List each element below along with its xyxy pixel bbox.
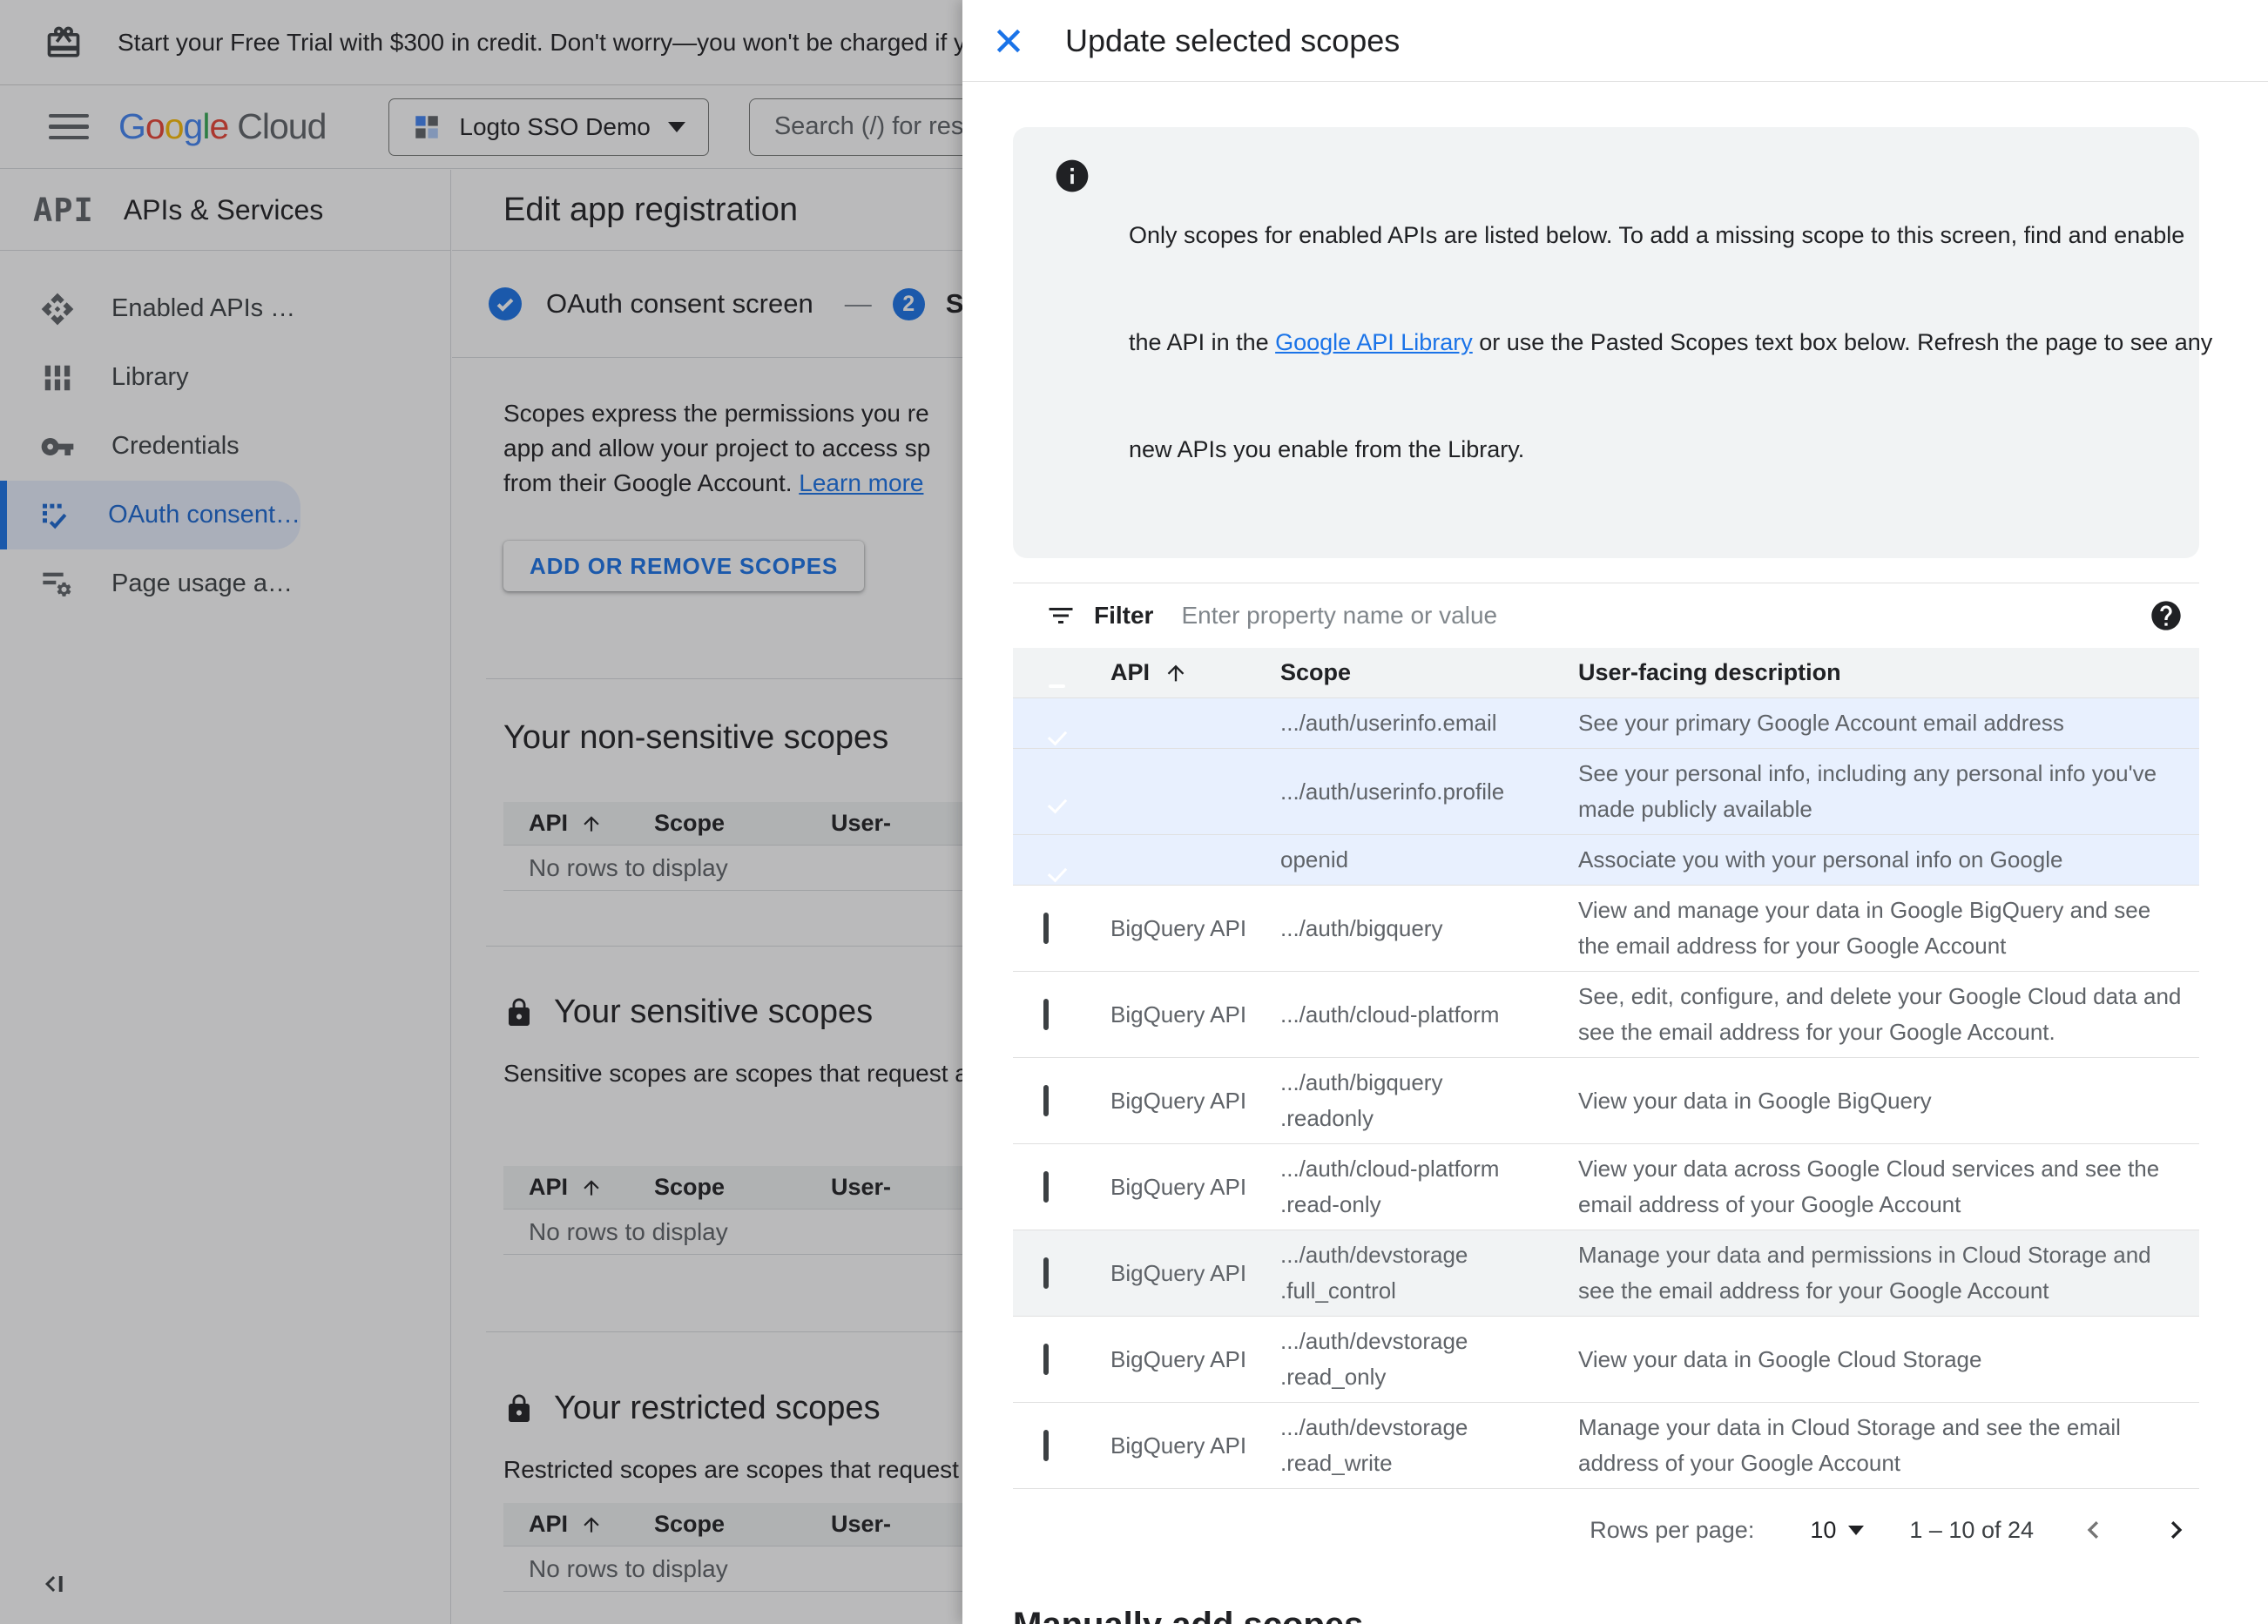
scope-description: Manage your data and permissions in Clou… [1578, 1242, 2151, 1304]
rows-per-page-label: Rows per page: [1590, 1516, 1755, 1543]
scope-value: .../auth/bigquery [1280, 914, 1443, 941]
scope-value: .../auth/userinfo.profile [1280, 778, 1505, 805]
panel-title: Update selected scopes [1065, 22, 1401, 58]
scope-row[interactable]: BigQuery API .../auth/bigquery View and ma… [1013, 886, 2199, 972]
scopes-table: API Scope User-facing description .../au… [1013, 648, 2199, 1489]
scope-value: .../auth/devstorage .read_write [1280, 1414, 1468, 1476]
scope-value: .../auth/cloud-platform .read-only [1280, 1156, 1500, 1217]
column-header-scope[interactable]: Scope [1280, 659, 1578, 686]
scope-api: BigQuery API [1110, 1173, 1247, 1200]
scope-row[interactable]: BigQuery API .../auth/devstorage .read_wr… [1013, 1403, 2199, 1489]
scope-row[interactable]: BigQuery API .../auth/bigquery .readonly V… [1013, 1058, 2199, 1144]
chevron-left-icon[interactable] [2076, 1513, 2110, 1547]
scope-value: .../auth/bigquery .readonly [1280, 1069, 1443, 1131]
scope-description: See your personal info, including any pe… [1578, 760, 2157, 822]
info-banner-text: Only scopes for enabled APIs are listed … [1129, 222, 2213, 462]
scope-description: See, edit, configure, and delete your Go… [1578, 983, 2182, 1045]
info-icon [1053, 157, 1091, 539]
scope-description: View and manage your data in Google BigQ… [1578, 897, 2151, 959]
scope-api: BigQuery API [1110, 1432, 1247, 1459]
scope-row[interactable]: BigQuery API .../auth/devstorage .read_on… [1013, 1317, 2199, 1403]
scope-description: Associate you with your personal info on… [1578, 846, 2063, 873]
manually-add-scopes-title: Manually add scopes [1013, 1606, 2199, 1624]
scope-row[interactable]: .../auth/userinfo.profile See your person… [1013, 749, 2199, 835]
scope-description: View your data across Google Cloud servi… [1578, 1156, 2160, 1217]
scope-description: Manage your data in Cloud Storage and se… [1578, 1414, 2121, 1476]
row-checkbox[interactable] [1043, 1429, 1049, 1461]
scope-row[interactable]: BigQuery API .../auth/devstorage .full_co… [1013, 1230, 2199, 1317]
update-scopes-panel: Update selected scopes Only scopes for e… [962, 0, 2268, 1624]
chevron-down-icon [1848, 1525, 1865, 1535]
scope-row[interactable]: BigQuery API .../auth/cloud-platform See, … [1013, 972, 2199, 1058]
panel-header: Update selected scopes [962, 0, 2268, 82]
scope-value: openid [1280, 846, 1349, 873]
scopes-table-header: API Scope User-facing description [1013, 648, 2199, 698]
chevron-right-icon[interactable] [2159, 1513, 2194, 1547]
modal-dim-overlay [0, 0, 962, 1624]
scope-api: BigQuery API [1110, 1087, 1247, 1114]
row-checkbox[interactable] [1043, 1257, 1049, 1289]
row-checkbox[interactable] [1043, 1343, 1049, 1375]
scope-row[interactable]: openid Associate you with your personal i… [1013, 835, 2199, 886]
scope-row[interactable]: BigQuery API .../auth/cloud-platform .rea… [1013, 1144, 2199, 1230]
row-checkbox[interactable] [1043, 998, 1049, 1030]
column-header-description[interactable]: User-facing description [1578, 659, 2199, 686]
scope-description: View your data in Google Cloud Storage [1578, 1345, 1982, 1372]
scope-api: BigQuery API [1110, 1001, 1247, 1028]
row-checkbox[interactable] [1043, 1170, 1049, 1203]
help-icon[interactable] [2149, 598, 2184, 633]
scope-description: See your primary Google Account email ad… [1578, 710, 2064, 736]
google-api-library-link[interactable]: Google API Library [1275, 329, 1473, 355]
info-banner: Only scopes for enabled APIs are listed … [1013, 127, 2212, 558]
scope-api: BigQuery API [1110, 1259, 1247, 1286]
column-header-api[interactable]: API [1110, 659, 1280, 686]
scope-description: View your data in Google BigQuery [1578, 1087, 1932, 1114]
scope-row[interactable]: .../auth/userinfo.email See your primary … [1013, 698, 2199, 749]
google-cloud-console: Start your Free Trial with $300 in credi… [0, 0, 2268, 1624]
scope-value: .../auth/devstorage .full_control [1280, 1242, 1468, 1304]
row-checkbox[interactable] [1043, 912, 1049, 944]
scope-value: .../auth/userinfo.email [1280, 710, 1497, 736]
scopes-table-body: .../auth/userinfo.email See your primary … [1013, 698, 2199, 1489]
scope-value: .../auth/cloud-platform [1280, 1001, 1500, 1028]
filter-bar: Filter [1013, 583, 2199, 648]
scope-api: BigQuery API [1110, 914, 1247, 941]
filter-input[interactable] [1179, 601, 2149, 630]
rows-per-page-select[interactable]: 10 [1810, 1517, 1865, 1544]
close-icon[interactable] [991, 24, 1026, 58]
scope-api: BigQuery API [1110, 1345, 1247, 1372]
pagination-bar: Rows per page: 10 1 – 10 of 24 [1013, 1489, 2199, 1571]
row-checkbox[interactable] [1043, 1084, 1049, 1116]
filter-label[interactable]: Filter [1094, 602, 1153, 630]
pagination-range: 1 – 10 of 24 [1909, 1516, 2034, 1543]
filter-icon [1045, 600, 1077, 631]
sort-up-icon [1167, 664, 1185, 681]
scope-value: .../auth/devstorage .read_only [1280, 1328, 1468, 1390]
